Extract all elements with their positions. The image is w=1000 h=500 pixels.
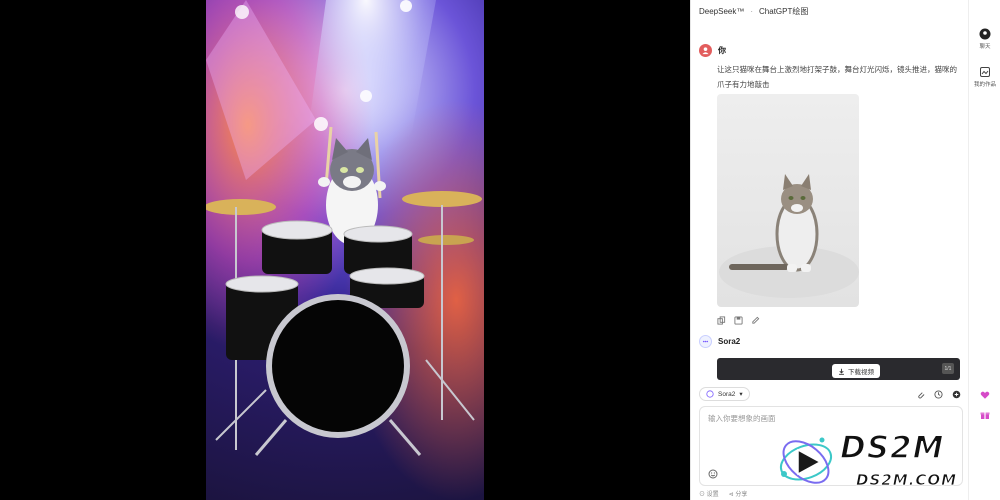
composer-tools xyxy=(916,389,961,399)
brand-watermark: DS2M DS2M.COM xyxy=(776,428,986,496)
chat-icon xyxy=(979,28,991,40)
chevron-down-icon: ▾ xyxy=(739,391,743,398)
download-label: 下载视频 xyxy=(848,369,874,376)
emoji-icon[interactable] xyxy=(708,469,718,479)
user-prompt-text: 让这只猫咪在舞台上激烈地打架子鼓，舞台灯光闪烁，镜头推进，猫咪的爪子有力地敲击 xyxy=(717,65,957,89)
chat-panel: DeepSeek™ · ChatGPT绘图 你 让这只猫咪在舞台上激烈地打架子鼓… xyxy=(690,0,968,500)
copy-icon[interactable] xyxy=(717,316,726,325)
user-avatar-icon xyxy=(699,44,712,57)
gallery-icon xyxy=(980,67,990,77)
message-actions xyxy=(717,316,760,325)
app-name: DeepSeek™ xyxy=(699,6,745,16)
rail-item-works[interactable]: 我的作品 xyxy=(969,66,1000,88)
rail-item-label: 聊天 xyxy=(979,44,991,50)
sora-avatar-icon xyxy=(699,335,712,348)
bot-message-header: Sora2 xyxy=(699,335,740,348)
video-count-badge: 1/1 xyxy=(942,363,954,374)
rail-item-chat[interactable]: 聊天 xyxy=(969,28,1000,50)
rail-item-favorites[interactable] xyxy=(969,390,1000,400)
generated-video-thumbnail[interactable]: 下载视频 1/1 xyxy=(717,358,960,380)
right-rail: 聊天 我的作品 xyxy=(968,0,1000,500)
sora-model-icon xyxy=(706,390,714,398)
drummer-cat-scene xyxy=(206,0,484,500)
panel-footer: ⊙ 设置 ⊲ 分享 xyxy=(699,489,747,498)
tabby-cat-photo xyxy=(719,174,859,298)
title-separator: · xyxy=(750,6,754,16)
watermark-site: DS2M.COM xyxy=(856,471,958,490)
user-name: 你 xyxy=(718,46,726,55)
edit-icon[interactable] xyxy=(751,316,760,325)
save-icon[interactable] xyxy=(734,316,743,325)
history-icon[interactable] xyxy=(934,389,943,399)
watermark-brand: DS2M xyxy=(839,429,945,467)
model-selector-label: Sora2 xyxy=(718,390,736,398)
user-message-header: 你 xyxy=(699,44,726,57)
model-bar: Sora2 ▾ xyxy=(699,386,961,402)
heart-icon xyxy=(980,391,990,399)
video-frame[interactable] xyxy=(206,0,484,500)
panel-topbar: DeepSeek™ · ChatGPT绘图 xyxy=(691,0,969,22)
rail-item-gift[interactable] xyxy=(969,410,1000,420)
rail-item-label: 我的作品 xyxy=(973,82,996,88)
download-icon xyxy=(839,368,844,375)
model-title[interactable]: ChatGPT绘图 xyxy=(759,6,808,17)
settings-link[interactable]: ⊙ 设置 xyxy=(699,489,719,498)
bot-name: Sora2 xyxy=(718,337,741,346)
app-window: DeepSeek™ · ChatGPT绘图 你 让这只猫咪在舞台上激烈地打架子鼓… xyxy=(0,0,1000,500)
reference-image[interactable] xyxy=(717,94,859,307)
new-chat-icon[interactable] xyxy=(952,390,961,399)
attachment-icon[interactable] xyxy=(916,390,925,399)
ds2m-logo-icon xyxy=(779,437,833,484)
model-selector[interactable]: Sora2 ▾ xyxy=(699,387,750,401)
video-viewer[interactable] xyxy=(0,0,690,500)
share-link[interactable]: ⊲ 分享 xyxy=(729,489,748,498)
download-video-button[interactable]: 下载视频 xyxy=(832,364,880,378)
gift-icon xyxy=(980,412,990,419)
